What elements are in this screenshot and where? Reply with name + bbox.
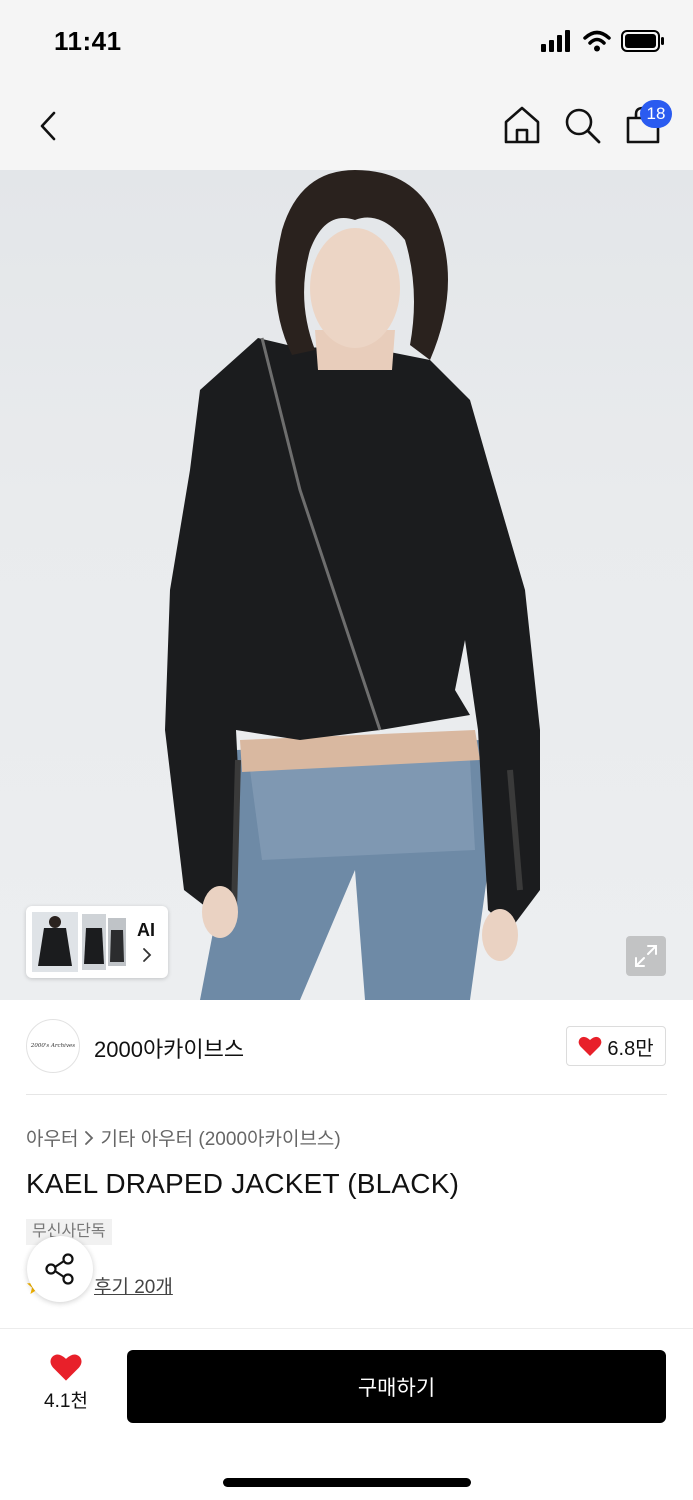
brand-name[interactable]: 2000아카이브스 xyxy=(94,1032,244,1064)
model-photo xyxy=(165,170,540,1000)
status-bar: 11:41 xyxy=(0,0,693,84)
like-count: 4.1천 xyxy=(44,1391,88,1412)
status-icons xyxy=(541,30,665,52)
thumbnail-strip[interactable] xyxy=(26,906,168,978)
breadcrumb-category[interactable]: 아우터 xyxy=(26,1124,78,1151)
share-button[interactable] xyxy=(27,1236,93,1302)
like-button[interactable]: 4.1천 xyxy=(30,1352,102,1420)
home-icon xyxy=(504,106,540,144)
brand-logo-text: 2000's Archives xyxy=(30,1043,76,1049)
nav-bar xyxy=(0,84,693,170)
home-button[interactable] xyxy=(502,104,542,146)
search-icon xyxy=(565,108,601,144)
status-time: 11:41 xyxy=(54,26,122,56)
product-title: KAEL DRAPED JACKET (BLACK) xyxy=(26,1168,460,1199)
ai-label[interactable]: AI xyxy=(137,920,155,941)
cart-badge: 18 xyxy=(640,100,672,128)
back-button[interactable] xyxy=(30,106,66,146)
expand-icon xyxy=(635,945,657,967)
chevron-right-icon xyxy=(143,948,152,962)
battery-icon xyxy=(621,30,664,52)
home-indicator xyxy=(223,1478,471,1487)
signal-icon xyxy=(541,30,570,52)
product-image[interactable] xyxy=(0,170,693,1000)
heart-icon xyxy=(579,1036,602,1056)
brand-like-count: 6.8만 xyxy=(607,1037,654,1060)
breadcrumb-subcategory[interactable]: 기타 아우터 (2000아카이브스) xyxy=(100,1124,340,1151)
expand-button[interactable] xyxy=(626,936,666,976)
wifi-icon xyxy=(583,30,611,52)
brand-like-button[interactable]: 6.8만 xyxy=(566,1026,666,1066)
back-icon xyxy=(40,111,56,141)
buy-button[interactable]: 구매하기 xyxy=(127,1350,666,1423)
heart-icon xyxy=(50,1354,82,1381)
brand-logo[interactable]: 2000's Archives xyxy=(26,1019,80,1073)
search-button[interactable] xyxy=(562,104,602,146)
bottom-divider xyxy=(0,1328,693,1329)
divider xyxy=(26,1094,667,1095)
thumbnail-images xyxy=(32,912,126,972)
chevron-right-icon xyxy=(85,1130,94,1145)
review-link[interactable]: 후기 20개 xyxy=(94,1272,173,1299)
breadcrumb: 아우터 기타 아우터 (2000아카이브스) xyxy=(26,1124,341,1151)
share-icon xyxy=(45,1253,74,1285)
